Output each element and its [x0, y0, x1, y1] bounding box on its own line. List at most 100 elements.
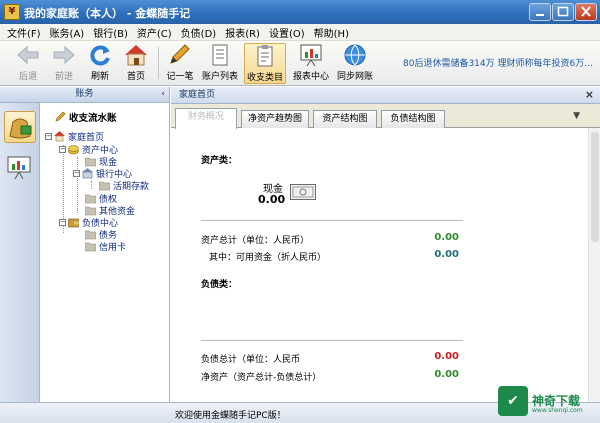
available-funds-label: 其中：可用资金（折人民币） [209, 253, 327, 263]
tree-line [91, 181, 92, 189]
liability-total-value: 0.00 [434, 351, 459, 362]
back-arrow-icon [17, 45, 39, 65]
menu-settings[interactable]: 设置(O) [266, 25, 311, 40]
clipboard-icon [257, 45, 273, 67]
title-bar[interactable]: ¥ 我的家庭账（本人） - 金蝶随手记 [0, 0, 600, 24]
tab-financial-overview[interactable]: 财务概况 [175, 108, 237, 129]
vertical-scrollbar[interactable] [588, 128, 600, 402]
window-title: 我的家庭账（本人） - 金蝶随手记 [24, 7, 191, 20]
wallet-icon [68, 218, 79, 228]
tab-strip: 财务概况 净资产趋势图 资产结构图 负债结构图 ▼ [171, 104, 600, 129]
divider [201, 220, 463, 221]
pencil-icon [55, 111, 66, 122]
menu-assets[interactable]: 资产(C) [134, 25, 178, 40]
chart-board-icon [300, 44, 322, 67]
liability-total-label: 负债总计（单位：人民币 [201, 355, 301, 365]
accounting-module-button[interactable] [4, 111, 36, 143]
home-icon [125, 45, 147, 66]
back-button[interactable]: 后退 [8, 43, 48, 84]
scroll-thumb[interactable] [591, 132, 599, 242]
accounts-button[interactable]: 账户列表 [200, 43, 240, 84]
watermark-url: www.shenqi.com [532, 407, 583, 414]
minimize-button[interactable] [529, 3, 551, 21]
home-button[interactable]: 首页 [116, 43, 156, 84]
status-message: 欢迎使用金蝶随手记PC版！ [175, 411, 286, 421]
menu-help[interactable]: 帮助(H) [311, 25, 355, 40]
menu-bank[interactable]: 银行(B) [90, 25, 134, 40]
menu-liabilities[interactable]: 负债(D) [178, 25, 223, 40]
tab-net-asset-trend[interactable]: 净资产趋势图 [241, 110, 309, 128]
maximize-icon [557, 6, 569, 17]
overview-content: 资产类： 现金 0.00 资产总计（单位：人民币） 0.00 其中：可用资金（折… [171, 129, 600, 402]
main-header: 家庭首页 × [171, 87, 600, 104]
tree-item-label: 家庭首页 [68, 133, 105, 143]
collapse-toggle[interactable]: − [45, 133, 52, 140]
folder-icon [99, 181, 110, 191]
folder-icon [85, 230, 96, 240]
tree-item-credit-card[interactable]: 信用卡 [85, 240, 126, 253]
close-button[interactable] [575, 3, 597, 21]
available-funds-value: 0.00 [434, 249, 459, 260]
tree-item-label: 收支流水账 [69, 112, 117, 124]
tab-asset-structure[interactable]: 资产结构图 [313, 110, 377, 128]
asset-total-value: 0.00 [434, 232, 459, 243]
watermark-logo: ✔ 神奇下载 www.shenqi.com [498, 386, 590, 416]
tree-item-home[interactable]: − 家庭首页 [45, 130, 104, 143]
tree-item-label: 信用卡 [99, 243, 127, 253]
net-assets-label: 净资产（资产总计-负债总计） [201, 373, 322, 383]
globe-icon [344, 44, 366, 66]
tree-item-journal[interactable]: 收支流水账 [55, 110, 117, 124]
tab-list-dropdown-icon[interactable]: ▼ [573, 111, 580, 121]
close-icon [581, 6, 591, 17]
menu-reports[interactable]: 报表(R) [222, 25, 266, 40]
left-panel: 账务 ‹ 收支流水账 − 家庭首页 − 资产中心 现金 − 银行中心 活期存款 … [0, 87, 170, 402]
minimize-icon [536, 14, 544, 16]
reports-label: 报表中心 [292, 72, 329, 82]
reports-button[interactable]: 报表中心 [290, 43, 332, 84]
refresh-icon [90, 45, 110, 66]
left-panel-title: 账务 [75, 89, 94, 99]
net-assets-value: 0.00 [434, 369, 459, 380]
menu-file[interactable]: 文件(F) [4, 25, 47, 40]
asset-total-label: 资产总计（单位：人民币） [201, 236, 310, 246]
refresh-label: 刷新 [90, 72, 109, 82]
main-area: 家庭首页 × 财务概况 净资产趋势图 资产结构图 负债结构图 ▼ 资产类： 现金… [171, 87, 600, 402]
collapse-toggle[interactable]: − [73, 170, 80, 177]
toolbar-separator [158, 47, 159, 79]
presentation-board-icon [7, 156, 31, 180]
document-list-icon [212, 44, 228, 66]
reports-module-button[interactable] [4, 153, 36, 185]
quick-entry-button[interactable]: 记一笔 [160, 43, 200, 84]
sync-label: 同步网账 [336, 72, 373, 82]
folder-icon [85, 157, 96, 167]
maximize-button[interactable] [552, 3, 574, 21]
categories-button[interactable]: 收支类目 [244, 43, 286, 84]
folder-icon [85, 194, 96, 204]
refresh-button[interactable]: 刷新 [80, 43, 120, 84]
forward-arrow-icon [53, 45, 75, 65]
tree-line [77, 157, 78, 213]
divider [201, 340, 463, 341]
home-icon [54, 131, 65, 142]
cash-banknote-icon[interactable] [290, 184, 316, 200]
news-ticker[interactable]: 80后退休需储备314万 理财师称每年投资6万... [403, 56, 593, 69]
collapse-toggle[interactable]: − [59, 146, 66, 153]
close-tab-icon[interactable]: × [585, 87, 594, 103]
sync-button[interactable]: 同步网账 [334, 43, 376, 84]
assets-section-title: 资产类： [201, 156, 238, 166]
app-icon[interactable]: ¥ [4, 4, 20, 20]
coins-icon [68, 145, 79, 155]
tab-liability-structure[interactable]: 负债结构图 [381, 110, 445, 128]
collapse-panel-icon[interactable]: ‹ [161, 87, 165, 102]
quick-entry-label: 记一笔 [166, 72, 194, 82]
collapse-toggle[interactable]: − [59, 219, 66, 226]
folder-icon [85, 242, 96, 252]
liabilities-section-title: 负债类： [201, 280, 238, 290]
main-header-title: 家庭首页 [179, 90, 216, 100]
forward-button[interactable]: 前进 [44, 43, 84, 84]
menu-accounts[interactable]: 账务(A) [47, 25, 91, 40]
watermark-badge-icon: ✔ [498, 386, 528, 416]
tree-item-deposit[interactable]: 活期存款 [99, 179, 149, 192]
bank-icon [82, 168, 93, 179]
money-bag-icon [9, 118, 32, 139]
